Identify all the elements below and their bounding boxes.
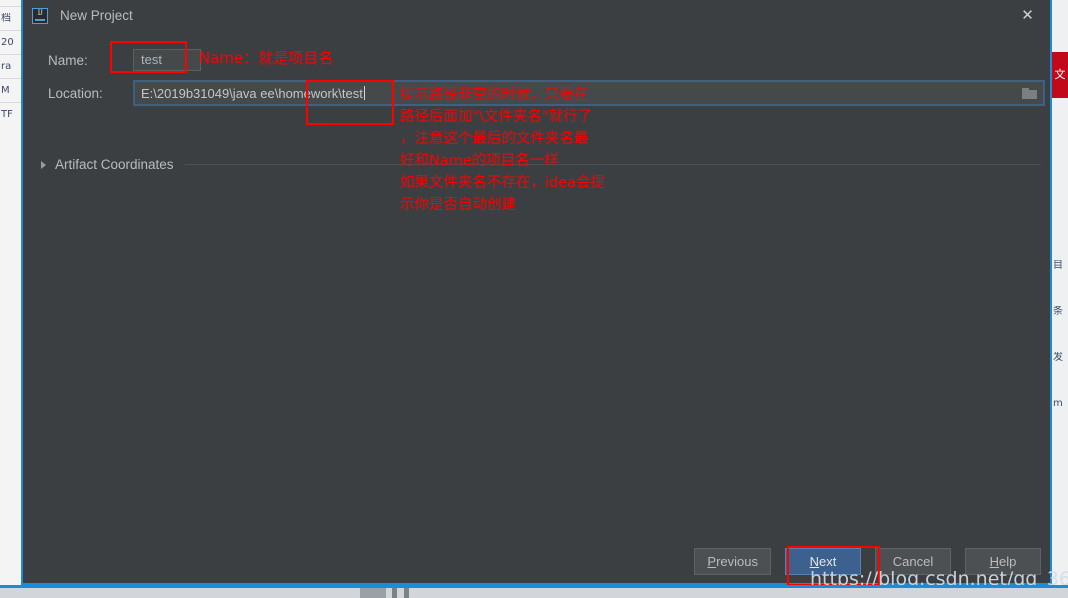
intellij-idea-icon xyxy=(32,7,48,24)
section-divider xyxy=(184,164,1041,165)
dialog-footer: Previous Next Cancel Help xyxy=(23,548,1050,575)
bg-red-badge: 文 xyxy=(1052,52,1068,98)
background-window-right: 文 目 条 发 m xyxy=(1051,0,1068,585)
bg-divider xyxy=(0,30,22,31)
desktop-bottom-strip xyxy=(0,585,1068,598)
bg-divider xyxy=(0,6,22,7)
bg-text-row: 档 xyxy=(1,13,11,24)
scrollbar-thumb[interactable] xyxy=(360,588,386,598)
previous-button-label-rest: revious xyxy=(716,554,758,569)
new-project-dialog: New Project ✕ Name: test Location: E:\20… xyxy=(21,0,1052,585)
bg-divider xyxy=(0,102,22,103)
project-location-input[interactable]: E:\2019b31049\java ee\homework\test xyxy=(133,80,1045,106)
location-label: Location: xyxy=(48,85,103,101)
folder-icon xyxy=(1021,87,1037,99)
bg-red-badge-label: 文 xyxy=(1054,69,1066,81)
resize-grip-icon xyxy=(404,588,409,598)
background-window-left: 档 20 ra M TF xyxy=(0,0,23,585)
bg-text-row: 20 xyxy=(1,37,14,48)
cancel-button[interactable]: Cancel xyxy=(875,548,951,575)
artifact-coordinates-section[interactable]: Artifact Coordinates xyxy=(41,157,1041,172)
close-icon[interactable]: ✕ xyxy=(1005,0,1050,31)
browse-folder-button[interactable] xyxy=(1015,82,1043,104)
next-button-label-rest: ext xyxy=(819,554,837,569)
bg-text-row: TF xyxy=(1,109,13,120)
next-button[interactable]: Next xyxy=(785,548,861,575)
name-label: Name: xyxy=(48,52,88,68)
help-button[interactable]: Help xyxy=(965,548,1041,575)
dialog-title: New Project xyxy=(60,8,133,23)
name-field-row: Name: test xyxy=(31,47,1046,73)
previous-button[interactable]: Previous xyxy=(694,548,771,575)
project-location-value: E:\2019b31049\java ee\homework\test xyxy=(141,85,365,101)
bg-text-row: 发 xyxy=(1053,352,1063,363)
location-field-row: Location: E:\2019b31049\java ee\homework… xyxy=(31,79,1046,107)
help-button-label-rest: elp xyxy=(999,554,1017,569)
bg-text-row: 目 xyxy=(1053,260,1063,271)
dialog-titlebar[interactable]: New Project ✕ xyxy=(23,0,1050,31)
project-name-input[interactable]: test xyxy=(133,49,201,71)
resize-grip-icon xyxy=(392,588,397,598)
bg-text-row: M xyxy=(1,85,10,96)
text-caret xyxy=(363,85,365,100)
accent-rail xyxy=(0,585,1068,588)
chevron-right-icon xyxy=(41,160,46,169)
bg-text-row: 条 xyxy=(1053,306,1063,317)
bg-text-row: m xyxy=(1053,398,1063,409)
artifact-coordinates-label: Artifact Coordinates xyxy=(55,157,174,172)
bg-divider xyxy=(0,78,22,79)
bg-divider xyxy=(0,54,22,55)
desktop-screen: 档 20 ra M TF 文 目 条 发 m New Project ✕ Nam… xyxy=(0,0,1068,598)
bg-text-row: ra xyxy=(1,61,12,72)
